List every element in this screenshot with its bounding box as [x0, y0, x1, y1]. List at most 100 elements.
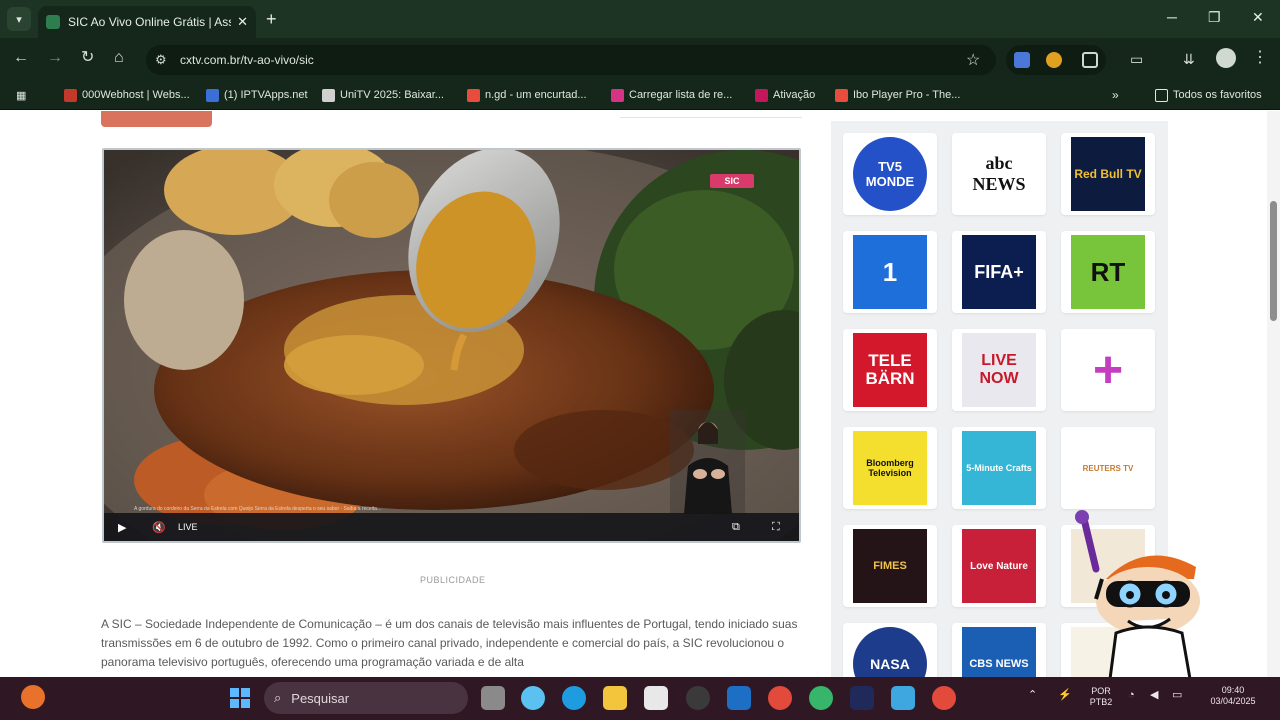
- bookmark-favicon-icon: [755, 88, 768, 102]
- minimize-icon[interactable]: ─: [1167, 9, 1177, 25]
- copilot-icon[interactable]: [521, 686, 545, 710]
- profile-avatar[interactable]: [1216, 48, 1236, 68]
- forward-icon[interactable]: →: [47, 49, 63, 67]
- site-info-icon[interactable]: ⚙: [155, 52, 167, 68]
- sidebar-icon[interactable]: ▭: [1130, 50, 1143, 68]
- back-icon[interactable]: ←: [13, 49, 29, 67]
- wifi-icon[interactable]: ◔: [1128, 690, 1135, 701]
- channel-logo: CBS NEWS: [962, 627, 1036, 677]
- player-controls: ▶ 🔇 LIVE ⧉ ⛶: [104, 513, 799, 541]
- volume-icon[interactable]: ◀: [1150, 690, 1158, 701]
- scrollbar-thumb[interactable]: [1270, 201, 1277, 321]
- keyboard-layout: PTB2: [1089, 697, 1113, 707]
- chrome-icon[interactable]: [768, 686, 792, 710]
- divider: [620, 117, 802, 118]
- picture-in-picture-icon[interactable]: ⧉: [732, 521, 740, 534]
- new-tab-icon[interactable]: +: [266, 9, 277, 30]
- channel-logo: TELE BÄRN: [853, 333, 927, 407]
- tab-search-icon[interactable]: ▾: [7, 7, 31, 31]
- channel-card-love-nature[interactable]: Love Nature: [952, 525, 1046, 607]
- channel-card-tv5monde[interactable]: TV5 MONDE: [843, 133, 937, 215]
- bookmark-item[interactable]: Carregar lista de re...: [611, 87, 732, 103]
- channel-card-nasa[interactable]: NASA: [843, 623, 937, 677]
- language-code: POR: [1091, 686, 1111, 696]
- channel-card-das-erste[interactable]: 1: [843, 231, 937, 313]
- search-placeholder: Pesquisar: [291, 690, 350, 706]
- video-player[interactable]: SIC A gordura do cordeiro da Serra da Es…: [102, 148, 801, 543]
- windows-start-icon[interactable]: [228, 686, 252, 710]
- extension-icon[interactable]: [1046, 52, 1062, 68]
- chrome-active-icon[interactable]: [932, 686, 956, 710]
- channel-card-red-bull-tv[interactable]: Red Bull TV: [1061, 133, 1155, 215]
- clock[interactable]: 09:40 03/04/2025: [1200, 685, 1266, 707]
- battery-icon[interactable]: ▭: [1172, 690, 1182, 701]
- maximize-icon[interactable]: ❐: [1208, 9, 1221, 26]
- channel-card-fimes[interactable]: FIMES: [843, 525, 937, 607]
- channel-card-abc-news[interactable]: abc NEWS: [952, 133, 1046, 215]
- microsoft-store-icon[interactable]: [644, 686, 668, 710]
- channel-card-plus[interactable]: +: [1061, 329, 1155, 411]
- channel-card-bloomberg[interactable]: Bloomberg Television: [843, 427, 937, 509]
- home-icon[interactable]: ⌂: [114, 49, 124, 67]
- bookmark-label: (1) IPTVApps.net: [224, 89, 308, 101]
- channel-card-cbs-news[interactable]: CBS NEWS: [952, 623, 1046, 677]
- channel-logo: Bloomberg Television: [853, 431, 927, 505]
- translate-extension-icon[interactable]: [1014, 52, 1030, 68]
- task-view-icon[interactable]: [481, 686, 505, 710]
- channel-card-5-minute-crafts[interactable]: 5-Minute Crafts: [952, 427, 1046, 509]
- channel-logo: +: [1092, 341, 1124, 399]
- more-bookmarks-icon[interactable]: »: [1112, 87, 1119, 103]
- mute-icon[interactable]: 🔇: [152, 521, 166, 534]
- play-icon[interactable]: ▶: [118, 521, 126, 534]
- bookmark-item[interactable]: UniTV 2025: Baixar...: [322, 87, 444, 103]
- fullscreen-icon[interactable]: ⛶: [772, 521, 780, 534]
- url-text[interactable]: cxtv.com.br/tv-ao-vivo/sic: [180, 53, 314, 67]
- channel-card-livenow[interactable]: LIVE NOW: [952, 329, 1046, 411]
- close-tab-icon[interactable]: ✕: [237, 14, 248, 30]
- app-icon[interactable]: [809, 686, 833, 710]
- language-indicator[interactable]: POR PTB2: [1088, 686, 1114, 708]
- reload-icon[interactable]: ↻: [81, 49, 94, 67]
- channel-card-rt[interactable]: RT: [1061, 231, 1155, 313]
- edge-icon[interactable]: [562, 686, 586, 710]
- advertising-label: PUBLICIDADE: [420, 575, 486, 585]
- widgets-weather-icon[interactable]: [21, 685, 45, 709]
- outlook-icon[interactable]: [727, 686, 751, 710]
- channel-card-fifa-plus[interactable]: FIFA+: [952, 231, 1046, 313]
- app-icon[interactable]: [686, 686, 710, 710]
- apps-grid-icon[interactable]: ▦: [16, 87, 26, 103]
- clock-date: 03/04/2025: [1210, 696, 1256, 706]
- photoshop-icon[interactable]: [850, 686, 874, 710]
- bookmark-item[interactable]: 000Webhost | Webs...: [64, 87, 190, 103]
- page-scrollbar[interactable]: [1267, 111, 1280, 677]
- downloads-icon[interactable]: ⇊: [1183, 50, 1195, 68]
- channel-logo: NASA: [853, 627, 927, 677]
- channel-logo: REUTERS TV: [1082, 463, 1134, 473]
- bookmark-label: Ibo Player Pro - The...: [853, 89, 961, 101]
- channel-logo: abc NEWS: [972, 153, 1026, 194]
- channel-card-telebaern[interactable]: TELE BÄRN: [843, 329, 937, 411]
- bookmark-item[interactable]: n.gd - um encurtad...: [467, 87, 587, 103]
- network-status-icon[interactable]: ⚡: [1058, 690, 1072, 701]
- extensions-puzzle-icon[interactable]: [1082, 52, 1098, 68]
- live-label: LIVE: [178, 522, 198, 532]
- close-window-icon[interactable]: ✕: [1252, 9, 1264, 26]
- taskbar-search[interactable]: ⌕ Pesquisar: [264, 682, 468, 714]
- site-favicon-icon: [46, 15, 60, 29]
- bookmark-star-icon[interactable]: ☆: [966, 50, 980, 70]
- notepad-icon[interactable]: [891, 686, 915, 710]
- channel-logo: 1: [853, 235, 927, 309]
- menu-icon[interactable]: ⋮: [1252, 49, 1268, 67]
- bookmark-favicon-icon: [611, 88, 624, 102]
- channel-card-reuters-tv[interactable]: REUTERS TV: [1061, 427, 1155, 509]
- bookmark-item[interactable]: (1) IPTVApps.net: [206, 87, 308, 103]
- cartoon-character-overlay: [1075, 510, 1200, 677]
- channel-logo: FIMES: [853, 529, 927, 603]
- bookmark-item[interactable]: Ativação: [755, 87, 815, 103]
- file-explorer-icon[interactable]: [603, 686, 627, 710]
- channel-logo: Love Nature: [962, 529, 1036, 603]
- all-favorites-folder[interactable]: Todos os favoritos: [1155, 87, 1262, 103]
- bookmark-item[interactable]: Ibo Player Pro - The...: [835, 87, 960, 103]
- tab-active[interactable]: SIC Ao Vivo Online Grátis | Ass ✕: [38, 6, 256, 38]
- show-hidden-icons[interactable]: ⌃: [1028, 690, 1037, 701]
